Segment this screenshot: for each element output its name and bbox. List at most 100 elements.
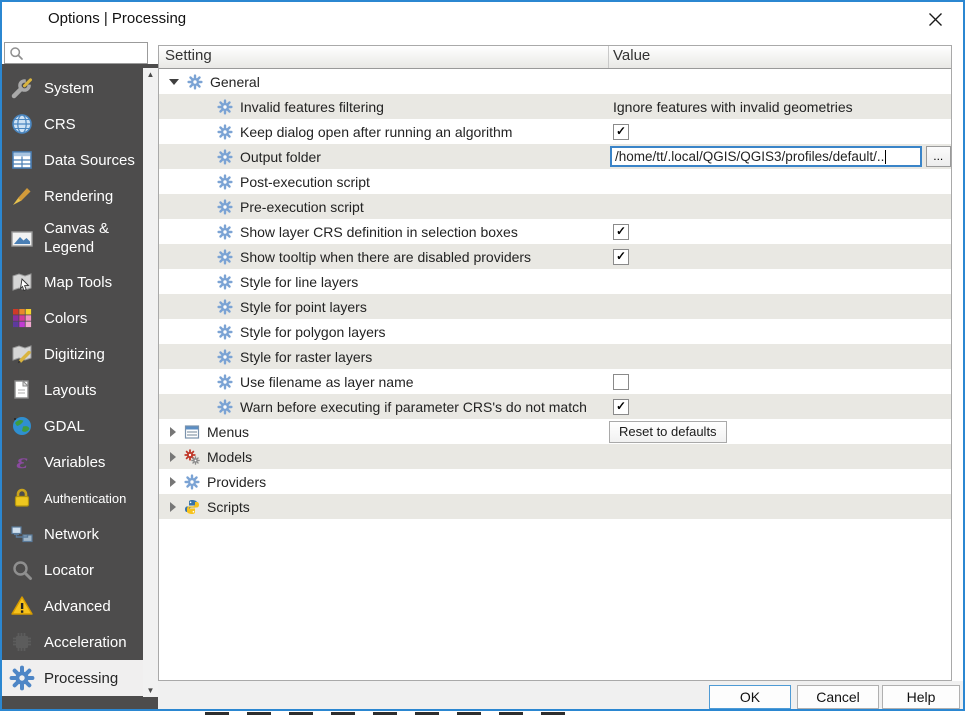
ok-button[interactable]: OK [709,685,791,709]
background-window-strip [0,711,965,715]
sidebar-item-label: CRS [44,116,76,133]
sidebar-item-data-sources[interactable]: Data Sources [2,142,143,178]
settings-row[interactable]: Scripts [159,494,951,519]
settings-table: Setting Value GeneralInvalid features fi… [158,45,952,681]
settings-row[interactable]: Output folder/home/tt/.local/QGIS/QGIS3/… [159,144,951,169]
setting-cell: Warn before executing if parameter CRS's… [159,394,608,419]
sidebar-item-system[interactable]: System [2,70,143,106]
value-cell [608,194,951,219]
setting-label: Post-execution script [240,174,370,190]
sidebar-item-label: Variables [44,454,105,471]
processing-gear-icon [217,199,233,215]
expand-expander-icon[interactable] [170,452,176,462]
sidebar-item-canvas-legend[interactable]: Canvas & Legend [2,214,143,264]
settings-row[interactable]: Show tooltip when there are disabled pro… [159,244,951,269]
browse-button[interactable]: ... [926,146,952,167]
setting-label: Style for point layers [240,299,367,315]
setting-label: Show tooltip when there are disabled pro… [240,249,531,265]
value-cell: Reset to defaults [608,419,951,444]
sidebar-item-label: Data Sources [44,152,135,169]
checkbox-unchecked[interactable] [613,374,629,390]
settings-row[interactable]: Post-execution script [159,169,951,194]
setting-cell: Providers [159,469,608,494]
sidebar-scrollbar[interactable]: ▲ ▼ [143,68,158,697]
sidebar-item-digitizing[interactable]: Digitizing [2,336,143,372]
column-header-setting: Setting [165,47,212,64]
settings-row[interactable]: Style for raster layers [159,344,951,369]
sidebar-item-processing[interactable]: Processing [2,660,143,696]
setting-label: Keep dialog open after running an algori… [240,124,512,140]
sidebar-item-advanced[interactable]: Advanced [2,588,143,624]
value-cell [608,369,951,394]
help-button[interactable]: Help [882,685,960,709]
search-icon [9,46,24,61]
sidebar-item-authentication[interactable]: Authentication [2,480,143,516]
scroll-down-icon[interactable]: ▼ [147,684,155,697]
processing-gear-icon [217,349,233,365]
sidebar-item-locator[interactable]: Locator [2,552,143,588]
settings-row[interactable]: Use filename as layer name [159,369,951,394]
settings-row[interactable]: Style for point layers [159,294,951,319]
column-separator [608,46,609,68]
checkbox-checked[interactable]: ✓ [613,249,629,265]
sidebar-item-colors[interactable]: Colors [2,300,143,336]
value-cell: ✓ [608,119,951,144]
sidebar-item-crs[interactable]: CRS [2,106,143,142]
settings-row[interactable]: General [159,69,951,94]
processing-gear-icon [217,149,233,165]
checkbox-checked[interactable]: ✓ [613,124,629,140]
settings-row[interactable]: Providers [159,469,951,494]
sidebar-item-gdal[interactable]: GDAL [2,408,143,444]
processing-gear-icon [217,224,233,240]
data-sources-icon [9,147,35,173]
sidebar-item-label: Canvas & Legend [44,220,132,258]
settings-row[interactable]: Models [159,444,951,469]
settings-row[interactable]: Style for line layers [159,269,951,294]
sidebar-item-network[interactable]: Network [2,516,143,552]
setting-label: Style for polygon layers [240,324,386,340]
settings-row[interactable]: Style for polygon layers [159,319,951,344]
setting-cell: Scripts [159,494,608,519]
setting-cell: Style for line layers [159,269,608,294]
processing-icon [9,665,35,691]
expand-expander-icon[interactable] [170,477,176,487]
sidebar-item-label: Processing [44,670,118,687]
setting-cell: Output folder [159,144,608,169]
cancel-button[interactable]: Cancel [797,685,879,709]
close-icon[interactable] [917,5,953,33]
settings-row[interactable]: Keep dialog open after running an algori… [159,119,951,144]
processing-gear-icon [217,274,233,290]
value-cell [608,169,951,194]
sidebar-item-map-tools[interactable]: Map Tools [2,264,143,300]
value-cell: Ignore features with invalid geometries [608,94,951,119]
processing-gear-icon [217,249,233,265]
sidebar-item-layouts[interactable]: Layouts [2,372,143,408]
settings-row[interactable]: Warn before executing if parameter CRS's… [159,394,951,419]
processing-gear-icon [217,299,233,315]
reset-defaults-button[interactable]: Reset to defaults [609,421,727,443]
settings-row[interactable]: Show layer CRS definition in selection b… [159,219,951,244]
sidebar-item-label: System [44,80,94,97]
output-folder-input[interactable]: /home/tt/.local/QGIS/QGIS3/profiles/defa… [610,146,922,167]
collapse-expander-icon[interactable] [169,79,179,85]
setting-label: Style for raster layers [240,349,372,365]
sidebar-item-label: Rendering [44,188,113,205]
settings-row[interactable]: Invalid features filteringIgnore feature… [159,94,951,119]
setting-label: Warn before executing if parameter CRS's… [240,399,587,415]
expand-expander-icon[interactable] [170,502,176,512]
search-input[interactable] [26,44,140,62]
setting-cell: Style for raster layers [159,344,608,369]
setting-cell: Style for point layers [159,294,608,319]
settings-row[interactable]: Menus Reset to defaults [159,419,951,444]
sidebar-item-label: Digitizing [44,346,105,363]
checkbox-checked[interactable]: ✓ [613,224,629,240]
sidebar-item-acceleration[interactable]: Acceleration [2,624,143,660]
setting-label: Menus [207,424,249,440]
sidebar-item-rendering[interactable]: Rendering [2,178,143,214]
sidebar-item-variables[interactable]: εVariables [2,444,143,480]
scroll-up-icon[interactable]: ▲ [147,68,155,81]
dialog-frame: Options | Processing SystemCRSData Sourc… [0,0,965,711]
settings-row[interactable]: Pre-execution script [159,194,951,219]
checkbox-checked[interactable]: ✓ [613,399,629,415]
expand-expander-icon[interactable] [170,427,176,437]
